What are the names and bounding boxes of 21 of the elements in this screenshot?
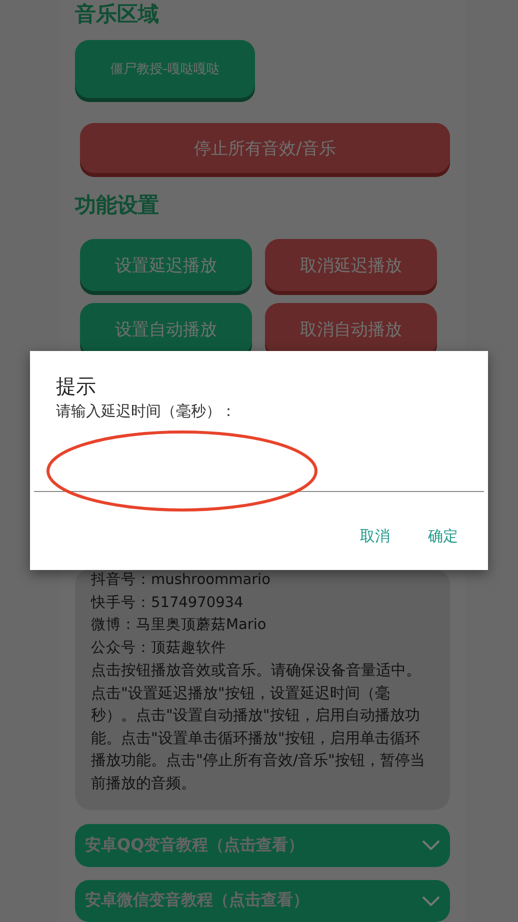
- accordion-header[interactable]: 安卓QQ变音教程（点击查看）: [75, 824, 450, 867]
- contact-line: 快手号：5174970934: [91, 594, 244, 613]
- contact-line: 公众号：顶菇趣软件: [91, 638, 227, 658]
- setting-button[interactable]: 设置延迟播放: [80, 239, 252, 292]
- dialog-button[interactable]: 取消: [360, 527, 390, 546]
- section-heading: 音乐区域: [75, 1, 160, 28]
- contact-line: 抖音号：mushroommario: [91, 570, 272, 590]
- chevron-icon: [422, 840, 440, 850]
- chevron-icon: [422, 896, 440, 906]
- contact-line: 微博：马里奥顶蘑菇Mario: [91, 616, 268, 636]
- accordion-title: 安卓微信变音教程（点击查看）: [85, 890, 309, 912]
- dialog-message: 请输入延迟时间（毫秒）：: [56, 402, 236, 421]
- setting-button[interactable]: 取消延迟播放: [265, 239, 437, 292]
- dialog-title: 提示: [56, 373, 96, 400]
- section-heading: 功能设置: [75, 192, 160, 220]
- accordion-title: 安卓QQ变音教程（点击查看）: [85, 834, 304, 856]
- sound-button[interactable]: 僵尸教授-嘎哒嘎哒: [75, 40, 255, 98]
- dialog-button[interactable]: 确定: [428, 527, 458, 546]
- accordion-header[interactable]: 安卓微信变音教程（点击查看）: [75, 880, 450, 922]
- stop-button[interactable]: 停止所有音效/音乐: [80, 123, 450, 174]
- instructions-text: 点击按钮播放音效或音乐。请确保设备音量适中。点击"设置延迟播放"按钮，设置延迟时间（毫秒）。点击"设置自动播放"按钮，启用自动播放功能。点击"设置单击循环播放"按钮，启用单击循环播放功能。点击"停止所有音效/音乐"按钮，暂停当前播放的音频。: [91, 660, 426, 794]
